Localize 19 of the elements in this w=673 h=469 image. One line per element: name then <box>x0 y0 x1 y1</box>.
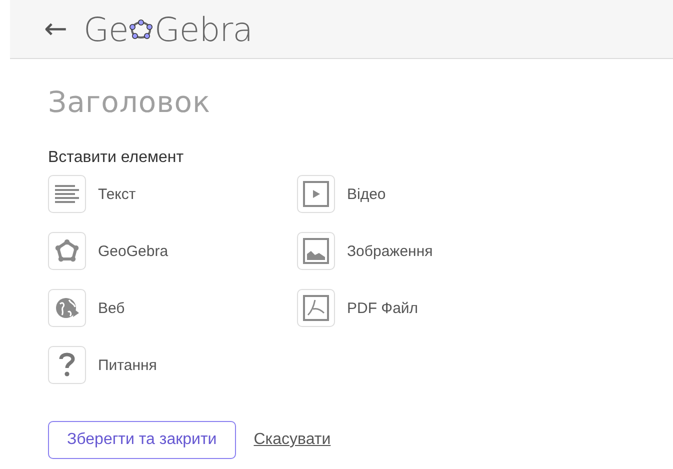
insert-option[interactable]: GeoGebra <box>48 232 297 270</box>
logo: Ge Gebra <box>83 10 252 48</box>
image-icon <box>303 238 329 264</box>
insert-option[interactable]: Відео <box>297 175 546 213</box>
section-heading: Вставити елемент <box>48 149 185 167</box>
cancel-link[interactable]: Скасувати <box>254 431 331 449</box>
insert-option[interactable]: Зображення <box>297 232 546 270</box>
text-lines-icon <box>54 183 80 205</box>
insert-option[interactable]: PDF Файл <box>297 289 546 327</box>
insert-option[interactable]: Веб <box>48 289 297 327</box>
back-button[interactable]: ← <box>44 15 68 43</box>
globe-icon <box>54 295 80 321</box>
pdf-icon <box>303 295 329 321</box>
insert-option[interactable]: Текст <box>48 175 297 213</box>
save-button[interactable]: Зберегти та закрити <box>48 421 236 459</box>
insert-option[interactable]: Питання <box>48 346 297 384</box>
pentagon-icon <box>54 238 80 264</box>
play-icon <box>303 181 329 207</box>
question-icon <box>58 352 76 378</box>
